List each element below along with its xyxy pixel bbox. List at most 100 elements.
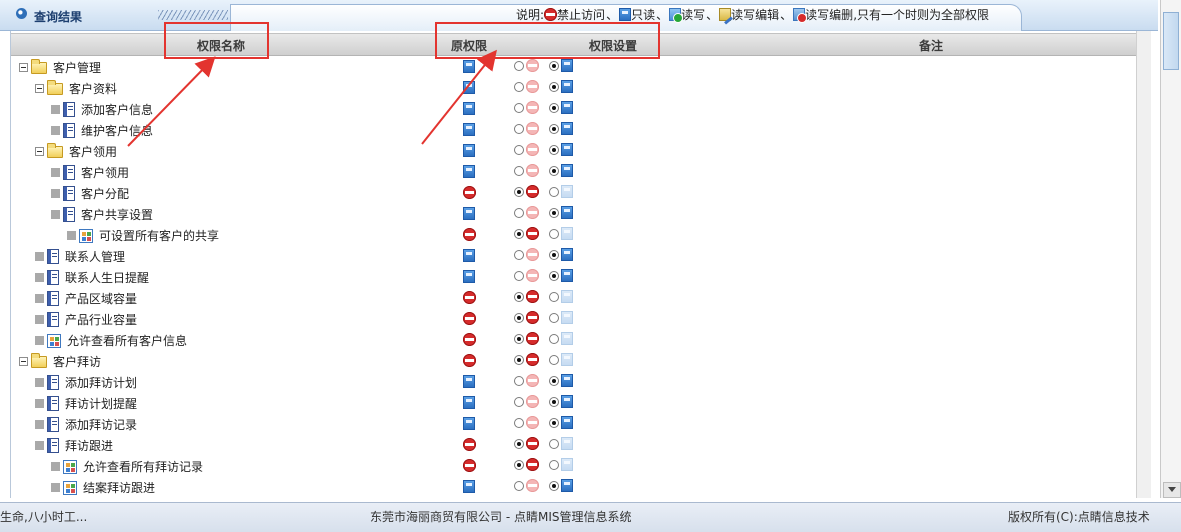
permission-setting — [514, 290, 573, 303]
read-radio[interactable] — [549, 354, 559, 365]
read-only-icon — [561, 416, 573, 429]
read-radio[interactable] — [549, 459, 559, 470]
permission-label[interactable]: 客户共享设置 — [81, 206, 153, 223]
deny-radio[interactable] — [514, 249, 524, 260]
permission-label[interactable]: 拜访计划提醒 — [65, 395, 137, 412]
read-radio[interactable] — [549, 165, 559, 176]
permission-label[interactable]: 产品区域容量 — [65, 290, 137, 307]
read-radio[interactable] — [549, 102, 559, 113]
read-radio[interactable] — [549, 396, 559, 407]
permission-setting — [514, 437, 573, 450]
footer-company: 东莞市海丽商贸有限公司 - 点睛MIS管理信息系统 — [370, 510, 632, 524]
permission-label[interactable]: 联系人管理 — [65, 248, 125, 265]
permission-setting — [514, 59, 573, 72]
permission-row: 产品行业容量 — [11, 308, 1141, 329]
tree-leaf-icon — [35, 294, 44, 303]
deny-radio[interactable] — [514, 144, 524, 155]
read-only-icon — [561, 479, 573, 492]
deny-radio[interactable] — [514, 60, 524, 71]
read-only-icon — [561, 101, 573, 114]
deny-radio[interactable] — [514, 459, 524, 470]
read-radio[interactable] — [549, 291, 559, 302]
deny-radio[interactable] — [514, 480, 524, 491]
permission-label[interactable]: 添加拜访记录 — [65, 416, 137, 433]
deny-icon — [526, 332, 539, 345]
deny-radio[interactable] — [514, 270, 524, 281]
read-write-icon — [669, 8, 684, 23]
read-radio[interactable] — [549, 270, 559, 281]
permission-name-cell: 客户管理 — [19, 58, 101, 76]
original-read-icon — [463, 417, 475, 430]
collapse-toggle-icon[interactable] — [19, 63, 28, 72]
permission-label[interactable]: 添加拜访计划 — [65, 374, 137, 391]
deny-radio[interactable] — [514, 102, 524, 113]
permission-name-cell: 维护客户信息 — [51, 122, 153, 139]
deny-radio[interactable] — [514, 291, 524, 302]
deny-radio[interactable] — [514, 186, 524, 197]
read-radio[interactable] — [549, 480, 559, 491]
permission-label[interactable]: 允许查看所有拜访记录 — [83, 458, 203, 475]
scrollbar-thumb[interactable] — [1163, 12, 1179, 70]
deny-radio[interactable] — [514, 333, 524, 344]
permission-label[interactable]: 拜访跟进 — [65, 437, 113, 454]
deny-radio[interactable] — [514, 354, 524, 365]
permission-setting — [514, 332, 573, 345]
permission-label[interactable]: 产品行业容量 — [65, 311, 137, 328]
col-remark[interactable]: 备注 — [919, 37, 943, 54]
permission-label[interactable]: 结案拜访跟进 — [83, 479, 155, 496]
read-radio[interactable] — [549, 249, 559, 260]
original-read-icon — [463, 396, 475, 409]
deny-radio[interactable] — [514, 417, 524, 428]
permission-label[interactable]: 客户分配 — [81, 185, 129, 202]
permission-label[interactable]: 添加客户信息 — [81, 101, 153, 118]
permission-label[interactable]: 联系人生日提醒 — [65, 269, 149, 286]
deny-radio[interactable] — [514, 438, 524, 449]
read-radio[interactable] — [549, 438, 559, 449]
read-radio[interactable] — [549, 144, 559, 155]
deny-icon — [526, 143, 539, 156]
permission-setting — [514, 80, 573, 93]
permission-row: 维护客户信息 — [11, 119, 1141, 140]
permission-label[interactable]: 客户管理 — [53, 59, 101, 76]
permission-name-cell: 产品区域容量 — [35, 290, 137, 307]
deny-radio[interactable] — [514, 123, 524, 134]
grid-scrollbar[interactable] — [1136, 31, 1151, 498]
read-radio[interactable] — [549, 207, 559, 218]
deny-radio[interactable] — [514, 207, 524, 218]
permission-label[interactable]: 客户领用 — [81, 164, 129, 181]
original-deny-icon — [463, 186, 476, 199]
tree-leaf-icon — [35, 273, 44, 282]
permission-label[interactable]: 允许查看所有客户信息 — [67, 332, 187, 349]
permission-label[interactable]: 可设置所有客户的共享 — [99, 227, 219, 244]
read-radio[interactable] — [549, 417, 559, 428]
deny-radio[interactable] — [514, 396, 524, 407]
deny-radio[interactable] — [514, 228, 524, 239]
permission-name-cell: 可设置所有客户的共享 — [67, 227, 219, 244]
deny-radio[interactable] — [514, 312, 524, 323]
read-radio[interactable] — [549, 375, 559, 386]
read-radio[interactable] — [549, 81, 559, 92]
read-radio[interactable] — [549, 312, 559, 323]
scroll-down-button[interactable] — [1163, 482, 1181, 498]
collapse-toggle-icon[interactable] — [35, 147, 44, 156]
deny-icon — [526, 185, 539, 198]
collapse-toggle-icon[interactable] — [35, 84, 44, 93]
deny-radio[interactable] — [514, 81, 524, 92]
read-radio[interactable] — [549, 123, 559, 134]
deny-radio[interactable] — [514, 375, 524, 386]
read-radio[interactable] — [549, 186, 559, 197]
collapse-toggle-icon[interactable] — [19, 357, 28, 366]
original-deny-icon — [463, 228, 476, 241]
permission-label[interactable]: 客户领用 — [69, 143, 117, 160]
permission-label[interactable]: 客户拜访 — [53, 353, 101, 370]
tree-leaf-icon — [51, 210, 60, 219]
permission-label[interactable]: 客户资料 — [69, 80, 117, 97]
read-radio[interactable] — [549, 333, 559, 344]
deny-radio[interactable] — [514, 165, 524, 176]
page-scrollbar[interactable] — [1160, 0, 1181, 498]
read-radio[interactable] — [549, 60, 559, 71]
read-only-icon — [561, 374, 573, 387]
permission-label[interactable]: 维护客户信息 — [81, 122, 153, 139]
read-radio[interactable] — [549, 228, 559, 239]
permission-row: 客户管理 — [11, 56, 1141, 77]
